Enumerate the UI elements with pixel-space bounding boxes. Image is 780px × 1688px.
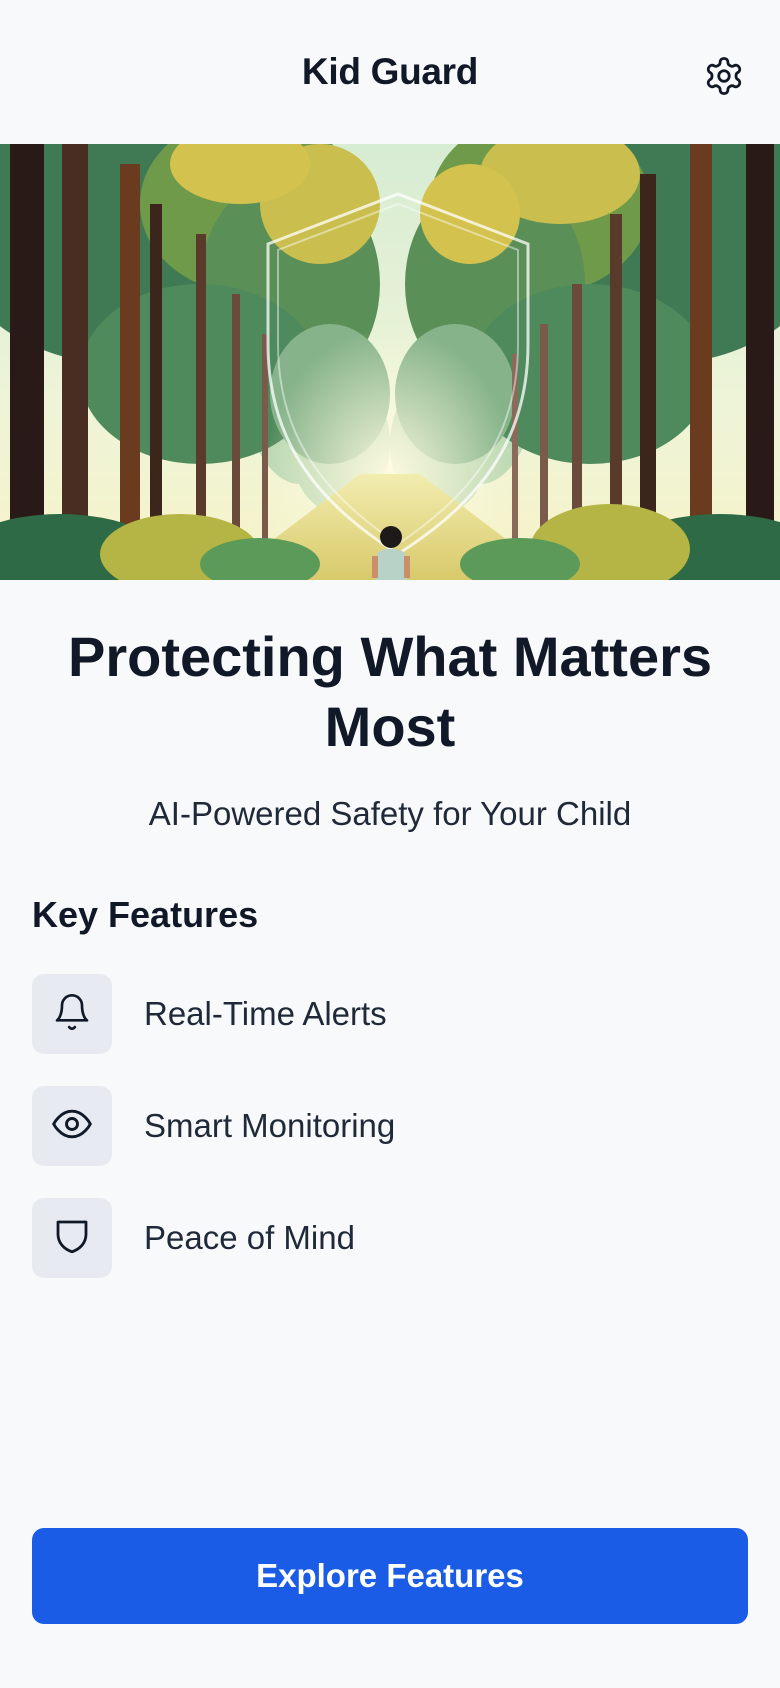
feature-label: Smart Monitoring bbox=[144, 1107, 396, 1144]
hero-headline: Protecting What Matters Most bbox=[67, 625, 713, 758]
feature-icon-tile bbox=[32, 1198, 112, 1278]
feature-label: Peace of Mind bbox=[144, 1219, 355, 1256]
feature-label: Real-Time Alerts bbox=[144, 995, 387, 1032]
feature-item-smart-monitoring: Smart Monitoring bbox=[32, 1086, 748, 1166]
feature-list: Real-Time Alerts Smart Monitoring Peace … bbox=[32, 974, 748, 1310]
eye-icon bbox=[50, 1102, 94, 1151]
feature-item-real-time-alerts: Real-Time Alerts bbox=[32, 974, 748, 1054]
feature-item-peace-of-mind: Peace of Mind bbox=[32, 1198, 748, 1278]
gear-icon bbox=[703, 55, 745, 102]
app-title: Kid Guard bbox=[301, 51, 479, 92]
key-features-title: Key Features bbox=[32, 894, 259, 935]
hero-illustration bbox=[0, 144, 780, 580]
bell-icon bbox=[52, 992, 92, 1037]
app-screen: Kid Guard Protecting What Matters Most A… bbox=[0, 0, 780, 1688]
app-header: Kid Guard bbox=[0, 0, 780, 144]
shield-icon bbox=[51, 1215, 93, 1262]
hero-subtitle: AI-Powered Safety for Your Child bbox=[148, 795, 632, 832]
settings-button[interactable] bbox=[702, 56, 746, 100]
feature-icon-tile bbox=[32, 1086, 112, 1166]
explore-features-button[interactable]: Explore Features bbox=[32, 1528, 748, 1624]
feature-icon-tile bbox=[32, 974, 112, 1054]
